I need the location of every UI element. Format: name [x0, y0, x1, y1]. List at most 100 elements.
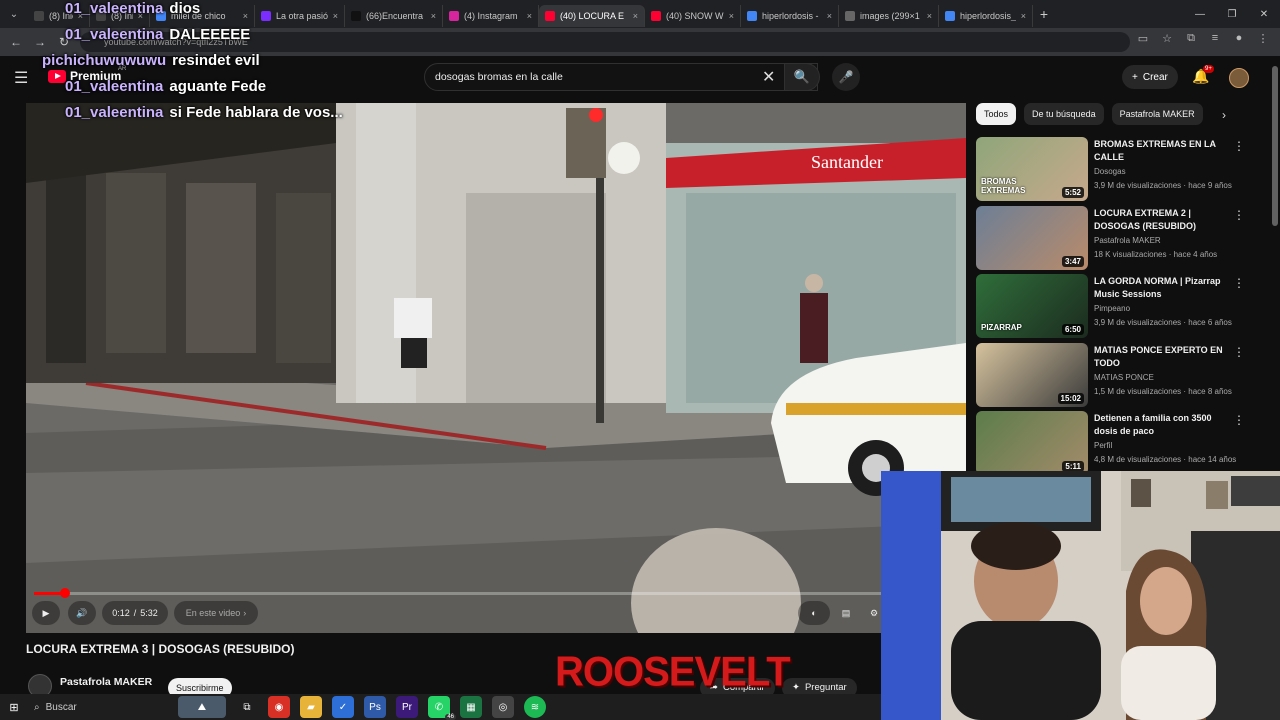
- chrome-icon[interactable]: ◉: [268, 696, 290, 718]
- profile-icon[interactable]: ●: [1232, 32, 1246, 45]
- video-thumbnail[interactable]: PIZARRAP 6:50: [976, 274, 1088, 338]
- file-explorer-icon[interactable]: ▰: [300, 696, 322, 718]
- more-options-icon[interactable]: ⋮: [1233, 139, 1245, 153]
- filter-chip[interactable]: De tu búsqueda: [1024, 103, 1104, 125]
- task-view-icon[interactable]: ⧉: [236, 696, 258, 718]
- filter-chip[interactable]: Pastafrola MAKER: [1111, 103, 1203, 125]
- video-meta: 18 K visualizaciones · hace 4 años: [1094, 249, 1218, 259]
- tab-close-icon[interactable]: ×: [827, 11, 832, 21]
- photoshop-icon[interactable]: Ps: [364, 696, 386, 718]
- todo-icon[interactable]: ✓: [332, 696, 354, 718]
- progress-bar[interactable]: [34, 588, 894, 598]
- subtitles-button[interactable]: ▤: [834, 601, 858, 625]
- voice-search-button[interactable]: 🎤: [832, 63, 860, 91]
- video-title[interactable]: BROMAS EXTREMAS EN LA CALLE: [1094, 138, 1234, 164]
- tab-search-menu-icon[interactable]: ⌄: [0, 0, 28, 28]
- chat-message: 01_valeentina DALEEEEE: [65, 26, 343, 52]
- create-button[interactable]: + Crear: [1122, 65, 1178, 89]
- recommended-video[interactable]: 15:02 MATIAS PONCE EXPERTO EN TODO MATIAS …: [976, 342, 1261, 407]
- video-title[interactable]: Detienen a familia con 3500 dosis de pac…: [1094, 412, 1234, 438]
- video-player[interactable]: Santander ▶ 🔊 0:12 / 5:32 En este video …: [26, 103, 966, 633]
- windows-start-icon[interactable]: ⊞: [0, 701, 28, 714]
- mute-button[interactable]: 🔊: [68, 601, 96, 625]
- tab-close-icon[interactable]: ×: [729, 11, 734, 21]
- tab-close-icon[interactable]: ×: [1021, 11, 1026, 21]
- calculator-icon[interactable]: ▦: [460, 696, 482, 718]
- autoplay-toggle[interactable]: ◐: [798, 601, 830, 625]
- browser-tab[interactable]: (66)Encuentra ×: [345, 5, 443, 27]
- video-thumbnail[interactable]: 5:11: [976, 411, 1088, 475]
- filter-chip[interactable]: Todos: [976, 103, 1017, 125]
- browser-tab[interactable]: hiperlordosis - ×: [741, 5, 839, 27]
- gear-icon: ⚙: [869, 607, 879, 618]
- browser-menu-icon[interactable]: ⋮: [1256, 32, 1270, 45]
- video-channel[interactable]: Pimpeano: [1094, 304, 1130, 313]
- extensions-icon[interactable]: ⧉: [1184, 32, 1198, 45]
- microphone-icon: 🎤: [838, 70, 854, 84]
- video-channel[interactable]: Dosogas: [1094, 167, 1126, 176]
- video-thumbnail[interactable]: 15:02: [976, 342, 1088, 407]
- tab-close-icon[interactable]: ×: [527, 11, 532, 21]
- more-options-icon[interactable]: ⋮: [1233, 345, 1245, 359]
- search-input[interactable]: dosogas bromas en la calle: [424, 63, 818, 91]
- bookmark-star-icon[interactable]: ☆: [1160, 32, 1174, 45]
- video-title[interactable]: LA GORDA NORMA | Pizarrap Music Sessions: [1094, 275, 1234, 301]
- recommended-video[interactable]: 5:11 Detienen a familia con 3500 dosis de…: [976, 411, 1261, 475]
- browser-tab[interactable]: hiperlordosis_ ×: [939, 5, 1033, 27]
- time-display: 0:12 / 5:32: [102, 601, 168, 625]
- recommended-video[interactable]: BROMAS EXTREMAS 5:52 BROMAS EXTREMAS EN LA…: [976, 137, 1261, 201]
- recommended-video[interactable]: PIZARRAP 6:50 LA GORDA NORMA | Pizarrap Mu…: [976, 274, 1261, 338]
- chapter-button[interactable]: En este video ›: [174, 601, 258, 625]
- browser-tab[interactable]: (40) SNOW W ×: [645, 5, 741, 27]
- video-channel[interactable]: Perfil: [1094, 441, 1112, 450]
- search-button[interactable]: 🔍: [784, 63, 820, 91]
- new-tab-button[interactable]: +: [1033, 6, 1055, 22]
- volume-icon: 🔊: [76, 607, 88, 618]
- minimize-icon[interactable]: —: [1184, 0, 1216, 28]
- account-avatar[interactable]: [1229, 68, 1249, 88]
- taskbar-search[interactable]: ⌕ Buscar: [28, 697, 168, 717]
- recommended-video[interactable]: 3:47 LOCURA EXTREMA 2 | DOSOGAS (RESUBIDO…: [976, 205, 1261, 270]
- spotify-icon[interactable]: ≋: [524, 696, 546, 718]
- subtitles-icon: ▤: [841, 607, 851, 618]
- chevron-right-icon[interactable]: ›: [1222, 108, 1226, 122]
- scrubber-handle[interactable]: [59, 588, 70, 598]
- play-button[interactable]: ▶: [32, 601, 60, 625]
- tab-close-icon[interactable]: ×: [431, 11, 436, 21]
- video-title[interactable]: MATIAS PONCE EXPERTO EN TODO: [1094, 344, 1234, 370]
- channel-name[interactable]: Pastafrola MAKER: [60, 676, 152, 688]
- clear-search-icon[interactable]: ✕: [762, 67, 775, 87]
- close-window-icon[interactable]: ✕: [1248, 0, 1280, 28]
- premiere-icon[interactable]: Pr: [396, 696, 418, 718]
- tab-label: images (299×1: [860, 11, 920, 21]
- video-thumbnail[interactable]: 3:47: [976, 205, 1088, 270]
- browser-tab[interactable]: images (299×1 ×: [839, 5, 939, 27]
- more-options-icon[interactable]: ⋮: [1233, 413, 1245, 427]
- video-channel[interactable]: MATIAS PONCE: [1094, 373, 1154, 382]
- chat-username: 01_valeentina: [65, 78, 164, 95]
- stream-chat-overlay: 01_valeentina dios 01_valeentina DALEEEEE pi…: [42, 0, 343, 130]
- back-arrow-icon[interactable]: ←: [4, 30, 28, 54]
- page-scrollbar[interactable]: [1272, 66, 1278, 226]
- whatsapp-icon[interactable]: ✆ 46: [428, 696, 456, 720]
- tab-close-icon[interactable]: ×: [927, 11, 932, 21]
- widgets-icon[interactable]: ⛰: [178, 696, 226, 718]
- install-app-icon[interactable]: ▭: [1136, 32, 1150, 45]
- obs-icon[interactable]: ◎: [492, 696, 514, 718]
- play-icon: ▶: [42, 607, 50, 618]
- video-channel[interactable]: Pastafrola MAKER: [1094, 236, 1161, 245]
- hamburger-menu-icon[interactable]: ☰: [14, 68, 28, 88]
- video-thumbnail[interactable]: BROMAS EXTREMAS 5:52: [976, 137, 1088, 201]
- media-controls-icon[interactable]: ≡: [1208, 32, 1222, 45]
- more-options-icon[interactable]: ⋮: [1233, 276, 1245, 290]
- restore-icon[interactable]: ❐: [1216, 0, 1248, 28]
- more-options-icon[interactable]: ⋮: [1233, 208, 1245, 222]
- video-title[interactable]: LOCURA EXTREMA 2 | DOSOGAS (RESUBIDO): [1094, 207, 1234, 233]
- tab-label: hiperlordosis_: [960, 11, 1016, 21]
- browser-tab[interactable]: (40) LOCURA E ×: [539, 5, 645, 27]
- tab-close-icon[interactable]: ×: [633, 11, 638, 21]
- browser-tab[interactable]: (4) Instagram ×: [443, 5, 539, 27]
- tab-favicon-icon: [747, 11, 757, 21]
- chat-text: si Fede hablara de vos...: [169, 104, 343, 121]
- bank-sign-text: Santander: [811, 152, 883, 172]
